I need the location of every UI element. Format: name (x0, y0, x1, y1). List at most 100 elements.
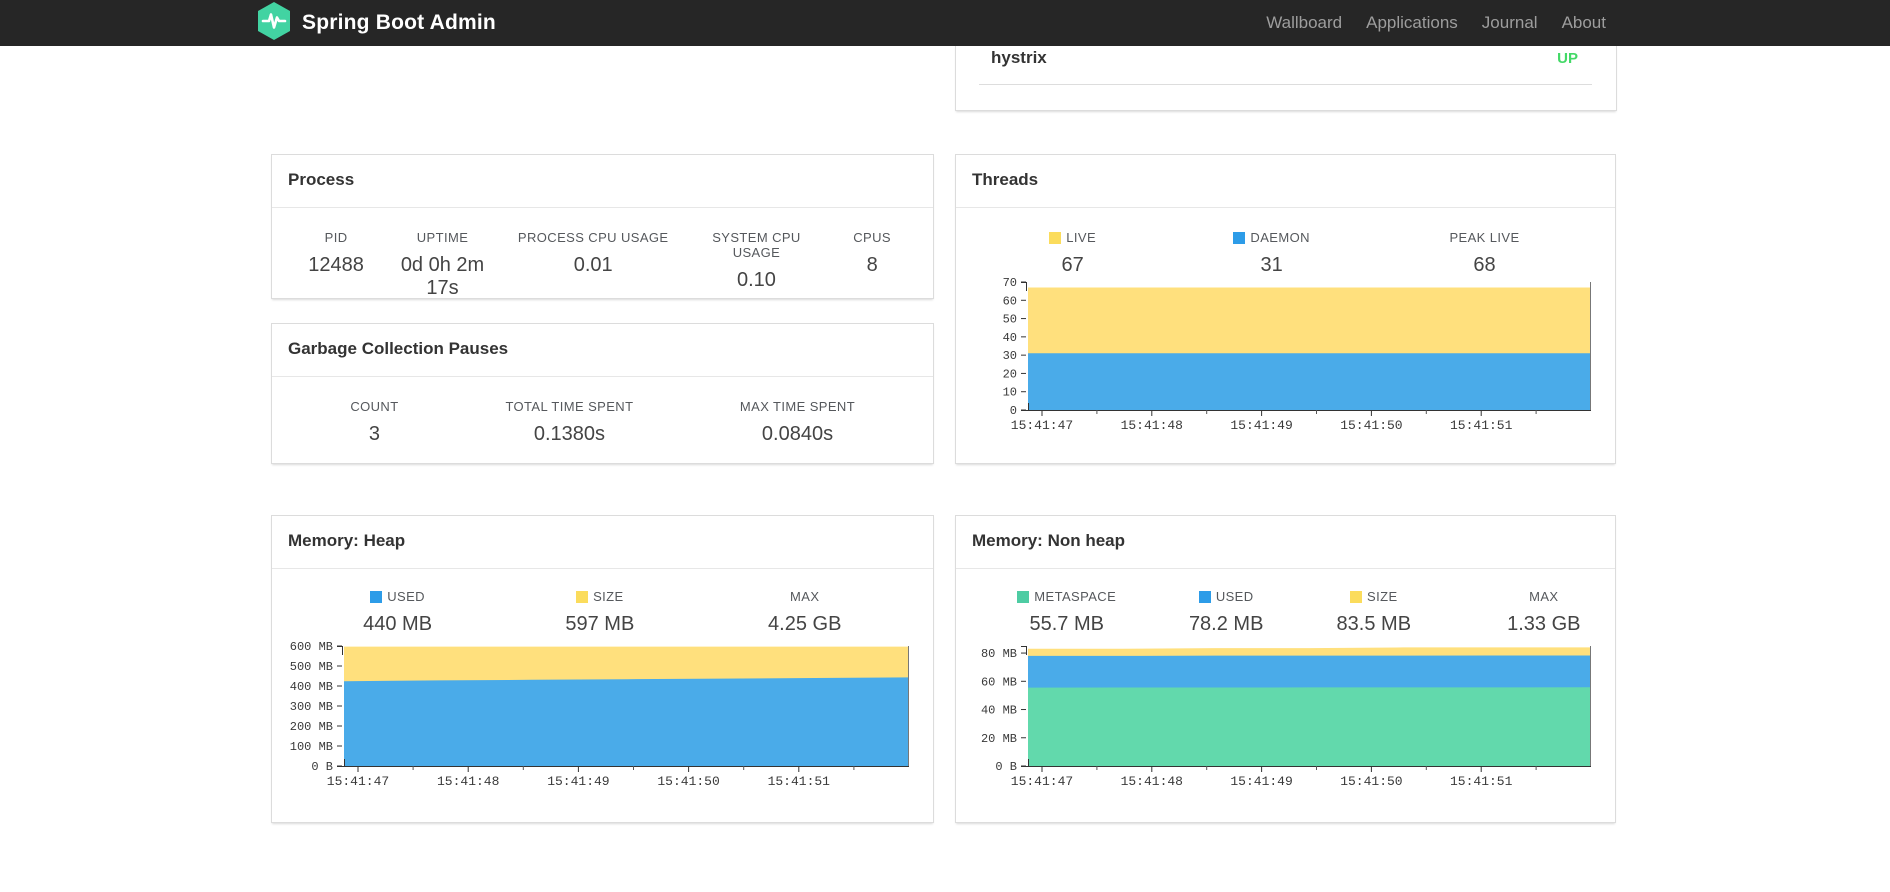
svg-text:300 MB: 300 MB (290, 700, 333, 714)
svg-text:40 MB: 40 MB (981, 704, 1017, 718)
stat-label: DAEMON (1250, 230, 1310, 245)
memory-heap-chart: 0 B 100 MB 200 MB 300 MB 400 MB 500 MB 600 MB 1… (290, 640, 909, 789)
stat-value: 1.33 GB (1507, 613, 1581, 635)
stat-peak-live: PEAK LIVE 68 (1354, 230, 1615, 277)
svg-text:0: 0 (1010, 404, 1017, 418)
status-badge: UP (1557, 50, 1578, 67)
stat-system-cpu-usage: SYSTEM CPU USAGE 0.10 (702, 230, 812, 300)
nav-link-wallboard[interactable]: Wallboard (1254, 0, 1354, 46)
legend-square-icon (1350, 590, 1363, 603)
stat-label: LIVE (1066, 230, 1097, 245)
nav-links: Wallboard Applications Journal About (1254, 0, 1618, 46)
svg-text:15:41:50: 15:41:50 (657, 774, 719, 789)
gc-pauses-card: Garbage Collection Pauses COUNT 3 TOTAL TI… (271, 323, 934, 464)
memory-nonheap-card: Memory: Non heap METASPACE 55.7 MB USED 78.… (955, 515, 1616, 823)
stat-value: 68 (1473, 254, 1496, 276)
svg-text:200 MB: 200 MB (290, 720, 333, 734)
svg-text:15:41:48: 15:41:48 (1121, 774, 1183, 789)
nav-link-journal[interactable]: Journal (1470, 0, 1550, 46)
svg-text:30: 30 (1003, 349, 1017, 363)
row-divider (979, 84, 1592, 85)
memory-nonheap-chart: 0 B 20 MB 40 MB 60 MB 80 MB 15:41:47 15:41:48 1… (981, 646, 1591, 789)
stat-size: SIZE 83.5 MB (1275, 589, 1473, 636)
stat-count: COUNT 3 (272, 399, 477, 446)
stat-label: CPUS (853, 230, 891, 245)
stat-label: SIZE (1367, 589, 1398, 604)
stat-metaspace: METASPACE 55.7 MB (956, 589, 1177, 636)
stat-label: UPTIME (416, 230, 469, 245)
stat-max: MAX 1.33 GB (1473, 589, 1615, 636)
card-title: Memory: Non heap (956, 516, 1615, 569)
stat-label: SIZE (593, 589, 624, 604)
gc-stats: COUNT 3 TOTAL TIME SPENT 0.1380s MAX TIME SP… (272, 399, 933, 446)
stat-cpus: CPUS 8 (811, 230, 933, 300)
stat-value: 31 (1260, 254, 1283, 276)
stat-label: MAX (790, 589, 820, 604)
svg-text:400 MB: 400 MB (290, 680, 333, 694)
stat-value: 0.10 (737, 269, 776, 291)
heap-stats: USED 440 MB SIZE 597 MB MAX 4.25 GB (272, 589, 933, 636)
stat-label: SYSTEM CPU USAGE (712, 230, 801, 260)
stat-value: 78.2 MB (1188, 613, 1264, 635)
stat-value: 3 (368, 423, 381, 445)
nav-link-about[interactable]: About (1550, 0, 1618, 46)
stat-value: 4.25 GB (768, 613, 842, 635)
svg-text:15:41:47: 15:41:47 (327, 774, 389, 789)
svg-text:60 MB: 60 MB (981, 675, 1017, 689)
legend-square-icon (1198, 590, 1211, 603)
legend-square-icon (1049, 231, 1062, 244)
stat-label: PEAK LIVE (1449, 230, 1520, 245)
svg-text:0 B: 0 B (995, 760, 1017, 774)
svg-text:20: 20 (1003, 367, 1017, 381)
svg-text:15:41:49: 15:41:49 (1230, 418, 1292, 433)
brand[interactable]: Spring Boot Admin (256, 1, 496, 46)
svg-text:15:41:51: 15:41:51 (1450, 774, 1513, 789)
svg-text:0 B: 0 B (311, 760, 333, 774)
brand-title: Spring Boot Admin (302, 11, 496, 34)
svg-text:70: 70 (1003, 276, 1017, 290)
svg-text:15:41:51: 15:41:51 (1450, 418, 1513, 433)
stat-value: 597 MB (565, 613, 635, 635)
card-title: Threads (956, 155, 1615, 208)
stat-label: USED (1215, 589, 1254, 604)
svg-text:100 MB: 100 MB (290, 740, 333, 754)
svg-text:10: 10 (1003, 386, 1017, 400)
pulse-logo-icon (256, 1, 292, 46)
stat-value: 0.01 (573, 254, 613, 276)
stat-uptime: UPTIME 0d 0h 2m 17s (400, 230, 485, 300)
memory-heap-card: Memory: Heap USED 440 MB SIZE 597 MB MAX 4.25… (271, 515, 934, 823)
stat-process-cpu-usage: PROCESS CPU USAGE 0.01 (485, 230, 702, 300)
stat-label: PID (324, 230, 348, 245)
navbar: Spring Boot Admin Wallboard Applications J… (0, 0, 1890, 46)
svg-text:500 MB: 500 MB (290, 660, 333, 674)
legend-square-icon (576, 590, 589, 603)
svg-text:15:41:49: 15:41:49 (1230, 774, 1292, 789)
process-card: Process PID 12488 UPTIME 0d 0h 2m 17s PROCES… (271, 154, 934, 299)
card-title: Memory: Heap (272, 516, 933, 569)
stat-used: USED 78.2 MB (1177, 589, 1275, 636)
stat-pid: PID 12488 (272, 230, 400, 300)
stat-used: USED 440 MB (272, 589, 523, 636)
application-name[interactable]: hystrix (991, 48, 1047, 68)
card-title: Garbage Collection Pauses (272, 324, 933, 377)
stat-label: MAX TIME SPENT (739, 399, 856, 414)
stat-label: METASPACE (1034, 589, 1117, 604)
stat-size: SIZE 597 MB (523, 589, 676, 636)
stat-value: 83.5 MB (1336, 613, 1412, 635)
stat-value: 55.7 MB (1029, 613, 1104, 635)
threads-card: Threads LIVE 67 DAEMON 31 PEAK LIVE 68 0 10 20 3… (955, 154, 1616, 464)
svg-text:15:41:50: 15:41:50 (1340, 774, 1402, 789)
svg-text:60: 60 (1003, 294, 1017, 308)
legend-square-icon (1233, 231, 1246, 244)
stat-max-time-spent: MAX TIME SPENT 0.0840s (662, 399, 933, 446)
legend-square-icon (1017, 590, 1030, 603)
stat-value: 67 (1061, 254, 1084, 276)
nav-link-applications[interactable]: Applications (1354, 0, 1470, 46)
stat-value: 12488 (308, 254, 364, 276)
svg-text:15:41:50: 15:41:50 (1340, 418, 1402, 433)
card-title: Process (272, 155, 933, 208)
stat-label: PROCESS CPU USAGE (517, 230, 669, 245)
stat-label: TOTAL TIME SPENT (505, 399, 634, 414)
stat-value: 440 MB (363, 613, 433, 635)
stat-value: 0.0840s (761, 423, 834, 445)
